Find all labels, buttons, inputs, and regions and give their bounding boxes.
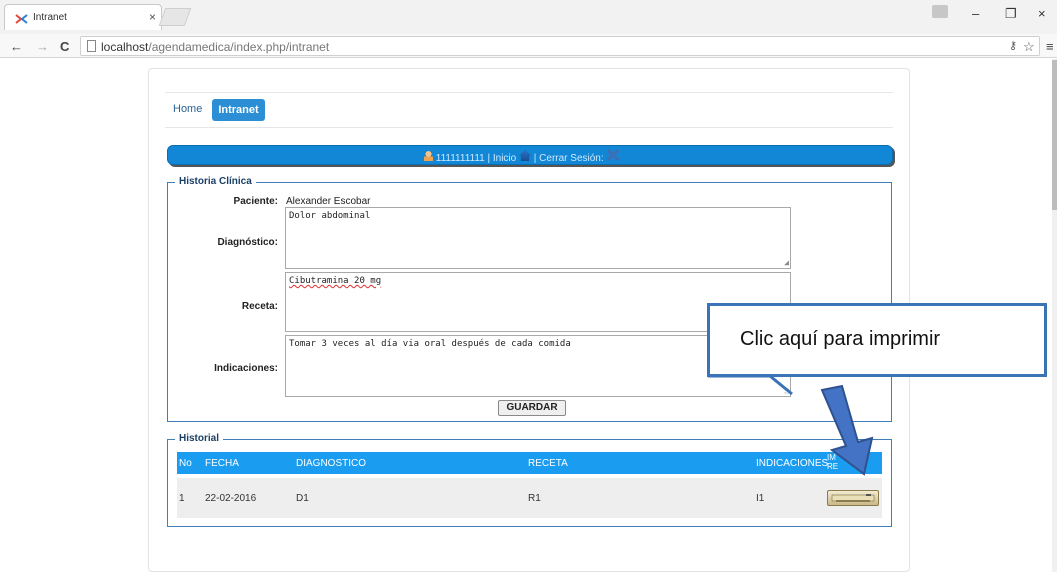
down-arrow-icon <box>820 384 874 476</box>
forward-icon[interactable]: → <box>36 39 49 54</box>
resize-grip-icon[interactable]: ◢ <box>784 258 789 267</box>
cell-fecha: 22-02-2016 <box>205 493 257 504</box>
cell-indicaciones: I1 <box>756 493 765 504</box>
diagnostico-label: Diagnóstico: <box>217 237 278 248</box>
nav-home-link[interactable]: Home <box>173 103 202 115</box>
close-window-button[interactable]: × <box>1038 6 1046 21</box>
user-bar-text: 1111111111 | Inicio | Cerrar Sesión: <box>424 149 620 164</box>
user-icon <box>424 151 433 161</box>
user-bar: 1111111111 | Inicio | Cerrar Sesión: <box>167 145 893 165</box>
column-header: RECETA <box>528 458 568 469</box>
diagnostico-textarea[interactable]: Dolor abdominal ◢ <box>285 207 791 269</box>
reload-icon[interactable]: C <box>60 39 69 54</box>
url-text: localhost/agendamedica/index.php/intrane… <box>101 40 330 54</box>
logout-link[interactable]: Cerrar Sesión: <box>539 153 603 164</box>
column-header: FECHA <box>205 458 239 469</box>
address-bar[interactable]: localhost/agendamedica/index.php/intrane… <box>80 36 1040 56</box>
browser-tab[interactable]: Intranet × <box>4 4 162 30</box>
profile-icon[interactable] <box>932 5 948 18</box>
scrollbar-thumb[interactable] <box>1052 60 1057 210</box>
menu-icon[interactable]: ≡ <box>1046 39 1054 54</box>
divider <box>165 127 893 128</box>
logout-icon[interactable] <box>606 149 620 161</box>
restore-button[interactable]: ❐ <box>1005 6 1017 22</box>
indicaciones-label: Indicaciones: <box>214 363 278 374</box>
tab-close-icon[interactable]: × <box>149 10 156 24</box>
minimize-button[interactable]: – <box>972 6 979 21</box>
back-icon[interactable]: ← <box>10 39 23 54</box>
guardar-button[interactable]: GUARDAR <box>498 400 566 416</box>
callout-text: Clic aquí para imprimir <box>740 328 941 350</box>
inicio-link[interactable]: Inicio <box>493 153 516 164</box>
browser-toolbar: ← → C localhost/agendamedica/index.php/i… <box>0 34 1057 58</box>
paciente-value: Alexander Escobar <box>286 196 371 207</box>
cell-no: 1 <box>179 493 185 504</box>
user-id: 1111111111 <box>435 153 485 164</box>
cell-diagnostico: D1 <box>296 493 309 504</box>
cell-receta: R1 <box>528 493 541 504</box>
paciente-label: Paciente: <box>233 196 278 207</box>
column-header: No <box>179 458 192 469</box>
callout-pointer-icon <box>708 374 793 396</box>
star-icon[interactable]: ☆ <box>1023 39 1035 55</box>
printer-icon <box>831 494 875 502</box>
print-button[interactable] <box>827 490 879 506</box>
receta-label: Receta: <box>241 301 278 312</box>
page-icon <box>87 40 96 52</box>
nav-intranet-tab[interactable]: Intranet <box>212 99 265 121</box>
home-icon[interactable] <box>519 150 532 161</box>
table-row: 1 22-02-2016 D1 R1 I1 <box>177 478 882 518</box>
new-tab-button[interactable] <box>158 8 192 26</box>
browser-tab-strip: Intranet × – ❐ × <box>0 0 1057 34</box>
joomla-favicon-icon <box>15 14 28 24</box>
historial-legend: Historial <box>175 433 224 444</box>
tab-title: Intranet <box>33 12 67 23</box>
key-icon[interactable]: ⚷ <box>1009 39 1017 52</box>
annotation-callout: Clic aquí para imprimir <box>707 303 1047 377</box>
historia-clinica-legend: Historia Clínica <box>175 176 256 187</box>
divider <box>165 92 893 93</box>
column-header: DIAGNOSTICO <box>296 458 367 469</box>
